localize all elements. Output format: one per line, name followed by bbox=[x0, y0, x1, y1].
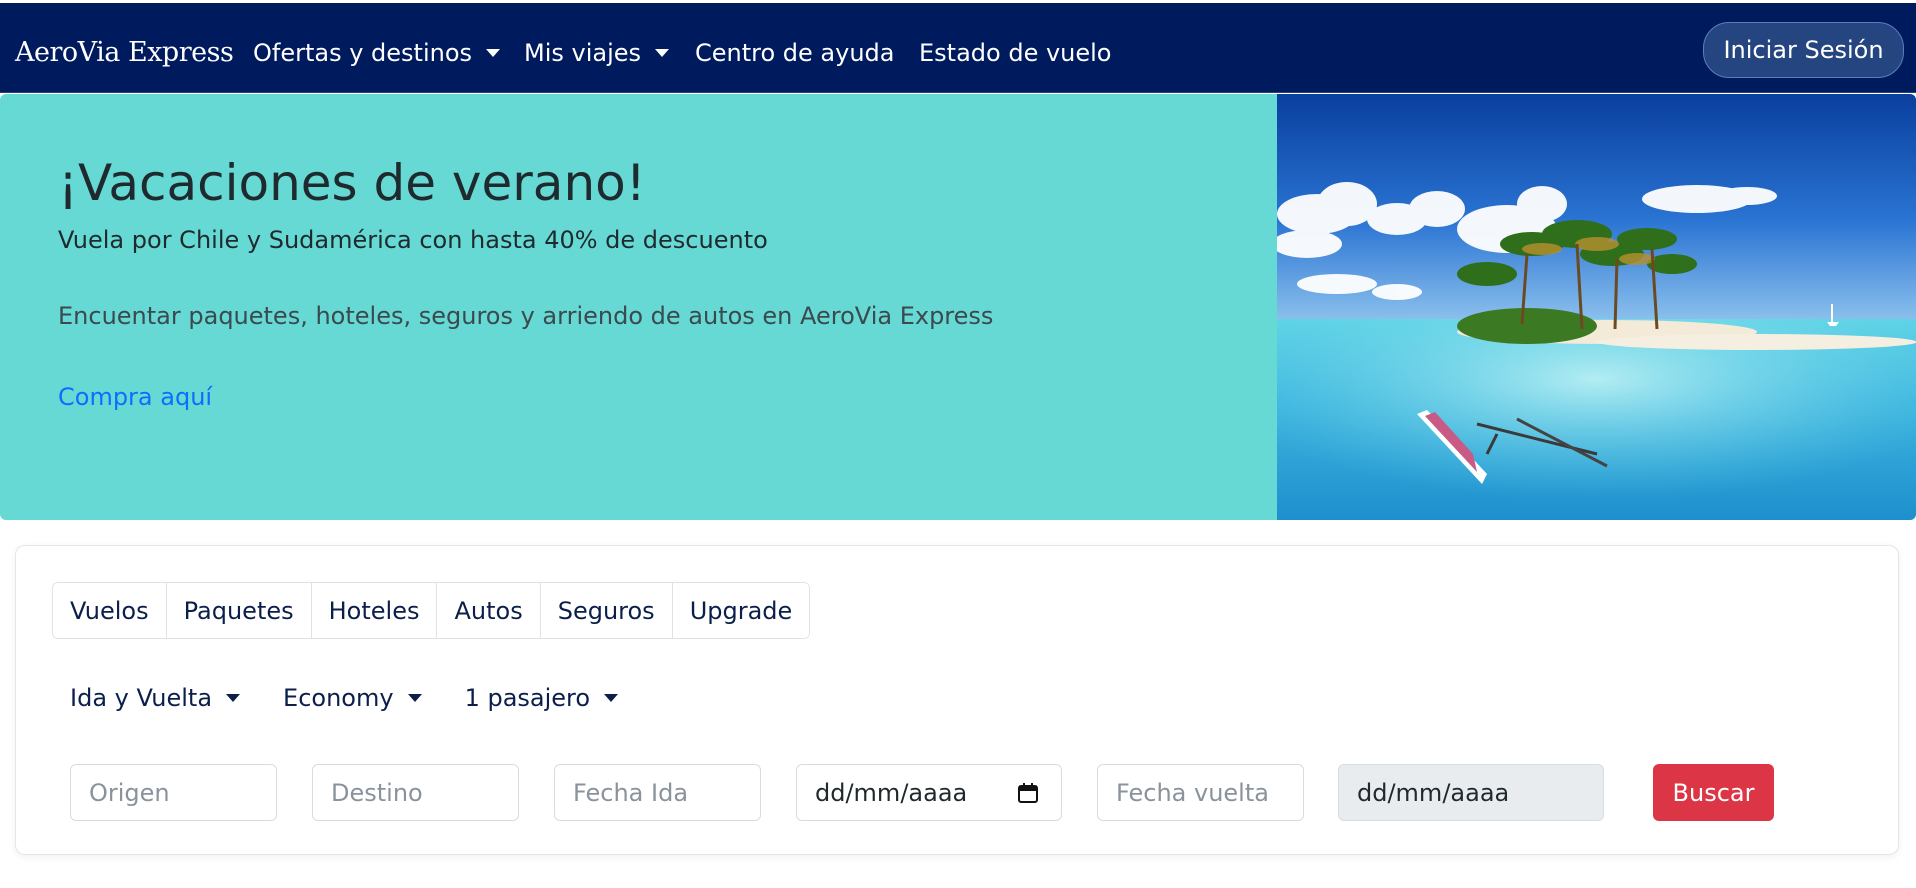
departure-date-value: dd/mm/aaaa bbox=[815, 778, 968, 807]
search-button[interactable]: Buscar bbox=[1653, 764, 1774, 821]
nav-ofertas-dropdown[interactable]: Ofertas y destinos bbox=[253, 39, 501, 67]
hero-subtitle: Vuela por Chile y Sudamérica con hasta 4… bbox=[58, 226, 768, 254]
return-date-label: Fecha vuelta bbox=[1116, 778, 1269, 807]
trip-options: Ida y Vuelta Economy 1 pasajero bbox=[70, 684, 661, 712]
tab-vuelos[interactable]: Vuelos bbox=[53, 583, 167, 638]
chevron-down-icon bbox=[486, 49, 501, 57]
destination-input[interactable]: Destino bbox=[312, 764, 519, 821]
search-tabs: Vuelos Paquetes Hoteles Autos Seguros Up… bbox=[52, 582, 811, 639]
departure-date-input[interactable]: dd/mm/aaaa bbox=[796, 764, 1062, 821]
chevron-down-icon bbox=[604, 694, 619, 702]
origin-placeholder: Origen bbox=[89, 778, 170, 807]
tab-seguros[interactable]: Seguros bbox=[540, 583, 673, 638]
chevron-down-icon bbox=[407, 694, 422, 702]
tab-hoteles[interactable]: Hoteles bbox=[311, 583, 438, 638]
destination-placeholder: Destino bbox=[331, 778, 423, 807]
cabin-class-dropdown[interactable]: Economy bbox=[283, 684, 422, 712]
nav-centro-ayuda-label: Centro de ayuda bbox=[695, 39, 895, 67]
tab-upgrade[interactable]: Upgrade bbox=[672, 583, 810, 638]
nav-estado-vuelo-link[interactable]: Estado de vuelo bbox=[919, 39, 1112, 67]
hero-buy-link[interactable]: Compra aquí bbox=[58, 383, 212, 411]
search-card: Vuelos Paquetes Hoteles Autos Seguros Up… bbox=[15, 545, 1899, 855]
trip-type-label: Ida y Vuelta bbox=[70, 684, 213, 712]
return-date-value: dd/mm/aaaa bbox=[1357, 778, 1510, 807]
origin-input[interactable]: Origen bbox=[70, 764, 277, 821]
trip-type-dropdown[interactable]: Ida y Vuelta bbox=[70, 684, 241, 712]
return-date-input: dd/mm/aaaa bbox=[1338, 764, 1604, 821]
passengers-label: 1 pasajero bbox=[464, 684, 591, 712]
brand-logo[interactable]: AeroVia Express bbox=[15, 37, 234, 68]
departure-date-label-field[interactable]: Fecha Ida bbox=[554, 764, 761, 821]
nav-estado-vuelo-label: Estado de vuelo bbox=[919, 39, 1112, 67]
departure-date-label: Fecha Ida bbox=[573, 778, 689, 807]
tab-autos[interactable]: Autos bbox=[437, 583, 541, 638]
login-button[interactable]: Iniciar Sesión bbox=[1703, 22, 1904, 78]
chevron-down-icon bbox=[655, 49, 670, 57]
return-date-label-field[interactable]: Fecha vuelta bbox=[1097, 764, 1304, 821]
chevron-down-icon bbox=[226, 694, 241, 702]
hero-title: ¡Vacaciones de verano! bbox=[58, 154, 646, 212]
hero-banner: ¡Vacaciones de verano! Vuela por Chile y… bbox=[0, 94, 1916, 520]
calendar-icon[interactable] bbox=[1017, 782, 1039, 804]
passengers-dropdown[interactable]: 1 pasajero bbox=[465, 684, 619, 712]
nav-mis-viajes-dropdown[interactable]: Mis viajes bbox=[524, 39, 670, 67]
tab-paquetes[interactable]: Paquetes bbox=[166, 583, 312, 638]
top-navbar: AeroVia Express Ofertas y destinos Mis v… bbox=[0, 3, 1916, 93]
beach-island-image bbox=[1277, 94, 1916, 520]
hero-description: Encuentar paquetes, hoteles, seguros y a… bbox=[58, 302, 994, 330]
nav-mis-viajes-label: Mis viajes bbox=[524, 39, 642, 67]
nav-ofertas-label: Ofertas y destinos bbox=[253, 39, 473, 67]
nav-centro-ayuda-link[interactable]: Centro de ayuda bbox=[695, 39, 895, 67]
cabin-class-label: Economy bbox=[283, 684, 394, 712]
